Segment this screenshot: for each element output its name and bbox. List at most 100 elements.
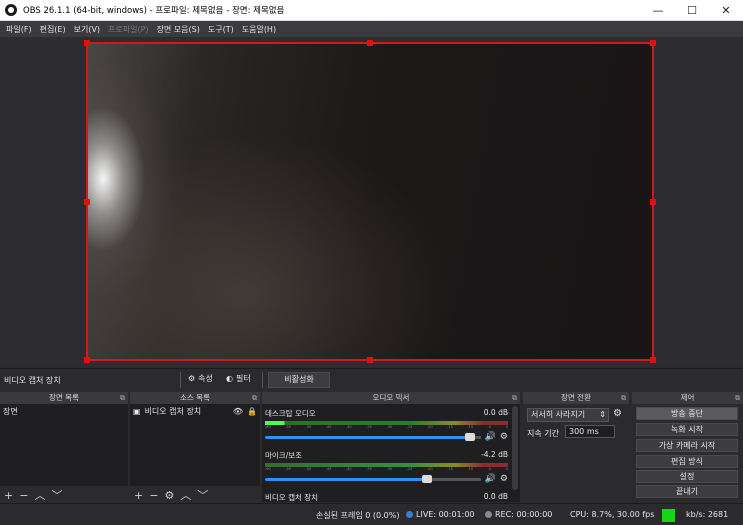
meter-tick-label: 0 — [505, 467, 508, 471]
add-icon[interactable]: + — [4, 489, 13, 502]
rec-status: REC: 00:00:00 — [485, 510, 552, 519]
exit-button[interactable]: 끝내기 — [636, 485, 738, 498]
chevron-down-icon[interactable]: ﹀ — [51, 487, 62, 503]
maximize-button[interactable]: ☐ — [675, 0, 709, 21]
list-item[interactable]: 장면 — [0, 404, 128, 419]
gear-icon[interactable]: ⚙ — [500, 474, 508, 484]
selected-source-name: 비디오 캡처 장치 — [4, 376, 61, 385]
meter-tick-label: -10 — [467, 467, 474, 471]
chevron-down-icon[interactable]: ﹀ — [197, 487, 208, 503]
transition-selected: 서서히 사라지기 — [531, 410, 586, 419]
menu-file[interactable]: 파일(F) — [4, 24, 38, 35]
float-dock-icon[interactable]: ⧉ — [512, 392, 517, 404]
meter-tick-label: -45 — [325, 467, 332, 471]
add-icon[interactable]: + — [134, 489, 143, 502]
start-recording-button[interactable]: 녹화 시작 — [636, 423, 738, 436]
meter-tick-label: -30 — [386, 467, 393, 471]
meter-tick-label: -15 — [447, 425, 453, 429]
remove-icon[interactable]: − — [149, 489, 158, 502]
volume-slider[interactable] — [265, 474, 481, 483]
float-dock-icon[interactable]: ⧉ — [621, 392, 626, 404]
menu-scene-collection[interactable]: 장면 모음(S) — [155, 24, 206, 35]
gear-icon[interactable]: ⚙ — [500, 432, 508, 442]
resize-handle-t[interactable] — [367, 40, 373, 46]
scenes-list[interactable]: 장면 — [0, 404, 128, 486]
record-icon — [485, 511, 492, 518]
menu-help[interactable]: 도움말(H) — [240, 24, 282, 35]
resize-handle-l[interactable] — [84, 199, 90, 205]
transitions-dock-title: 장면 전환 ⧉ — [523, 392, 629, 404]
track-name: 마이크/보조 — [265, 451, 303, 460]
transition-select[interactable]: 서서히 사라지기 ⇕ — [527, 408, 609, 422]
menu-view[interactable]: 보기(V) — [72, 24, 106, 35]
controls-dock: 제어 ⧉ 방송 중단 녹화 시작 가상 카메라 시작 편집 방식 설정 끝내기 — [632, 392, 743, 502]
properties-button[interactable]: ⚙ 속성 — [188, 373, 213, 384]
resize-handle-br[interactable] — [650, 357, 656, 363]
settings-button[interactable]: 설정 — [636, 470, 738, 483]
deactivate-button[interactable]: 비활성화 — [268, 372, 330, 388]
meter-tick-label: -50 — [305, 467, 312, 471]
meter-tick-label: -35 — [366, 467, 372, 471]
float-dock-icon[interactable]: ⧉ — [252, 392, 257, 404]
filter-icon: ◐ — [226, 374, 233, 383]
transitions-dock: 장면 전환 ⧉ 서서히 사라지기 ⇕ ⚙ 지속 기간 300 ms — [523, 392, 629, 502]
meter-tick-label: -55 — [285, 425, 291, 429]
mixer-dock-title: 오디오 믹서 ⧉ — [262, 392, 520, 404]
resize-handle-tl[interactable] — [84, 40, 90, 46]
slider-handle[interactable] — [464, 432, 475, 441]
minimize-button[interactable]: — — [641, 0, 675, 21]
speaker-icon[interactable]: 🔊 — [485, 474, 496, 484]
lock-icon[interactable]: 🔒 — [247, 407, 257, 416]
sources-title-text: 소스 목록 — [180, 393, 210, 402]
gear-icon: ⚙ — [188, 374, 196, 383]
stop-streaming-button[interactable]: 방송 중단 — [636, 407, 738, 420]
track-db: -4.2 dB — [481, 450, 508, 459]
volume-slider[interactable] — [265, 432, 481, 441]
camera-icon: ▣ — [133, 407, 141, 416]
gear-icon[interactable]: ⚙ — [613, 408, 622, 419]
list-item[interactable]: ▣ 비디오 캡처 장치 👁 🔒 — [130, 404, 260, 419]
dropped-frames: 손실된 프레임 0 (0.0%) — [316, 511, 400, 520]
eye-icon[interactable]: 👁 — [233, 407, 243, 416]
chevron-up-icon[interactable]: ︿ — [34, 487, 45, 503]
cpu-status: CPU: 8.7%, 30.00 fps — [570, 510, 655, 519]
meter-tick-label: -50 — [305, 425, 312, 429]
chevron-up-icon[interactable]: ︿ — [180, 487, 191, 503]
float-dock-icon[interactable]: ⧉ — [120, 392, 125, 404]
float-dock-icon[interactable]: ⧉ — [735, 392, 740, 404]
filters-button[interactable]: ◐ 필터 — [226, 373, 251, 384]
slider-handle[interactable] — [421, 474, 432, 483]
speaker-icon[interactable]: 🔊 — [485, 432, 496, 442]
obs-logo-icon — [5, 4, 17, 16]
menu-tools[interactable]: 도구(T) — [206, 24, 240, 35]
preview-canvas[interactable] — [84, 40, 656, 363]
source-label: 비디오 캡처 장치 — [144, 407, 202, 416]
resize-handle-bl[interactable] — [84, 357, 90, 363]
mixer-title-text: 오디오 믹서 — [372, 393, 410, 402]
resize-handle-r[interactable] — [650, 199, 656, 205]
toolbar-divider — [262, 372, 263, 388]
title-bar: OBS 26.1.1 (64-bit, windows) - 프로파일: 제목없… — [0, 0, 743, 21]
meter-tick-label: -25 — [406, 467, 413, 471]
meter-tick-label: -5 — [487, 467, 492, 471]
gear-icon[interactable]: ⚙ — [164, 489, 174, 502]
duration-input[interactable]: 300 ms — [565, 425, 615, 438]
resize-handle-b[interactable] — [367, 357, 373, 363]
scenes-footer: + − ︿ ﹀ — [0, 487, 128, 503]
duration-value: 300 ms — [569, 427, 599, 436]
sources-list[interactable]: ▣ 비디오 캡처 장치 👁 🔒 — [130, 404, 260, 486]
mixer-track-desktop: 데스크탑 오디오 0.0 dB -60 -55 -50 -45 -40 -35 -30 -25… — [265, 408, 508, 442]
sources-footer: + − ⚙ ︿ ﹀ — [130, 487, 260, 503]
mixer-scrollbar[interactable] — [512, 406, 518, 490]
remove-icon[interactable]: − — [19, 489, 28, 502]
start-virtual-camera-button[interactable]: 가상 카메라 시작 — [636, 439, 738, 452]
menu-edit[interactable]: 편집(E) — [38, 24, 72, 35]
spinner-icon: ⇕ — [599, 410, 606, 419]
studio-mode-button[interactable]: 편집 방식 — [636, 455, 738, 468]
resize-handle-tr[interactable] — [650, 40, 656, 46]
meter-tick-label: -10 — [467, 425, 474, 429]
meter-tick-label: -30 — [386, 425, 393, 429]
close-button[interactable]: ✕ — [709, 0, 743, 21]
rec-time: REC: 00:00:00 — [495, 510, 553, 519]
audio-mixer-dock: 오디오 믹서 ⧉ 데스크탑 오디오 0.0 dB -60 -55 -50 -45 -40… — [262, 392, 520, 502]
